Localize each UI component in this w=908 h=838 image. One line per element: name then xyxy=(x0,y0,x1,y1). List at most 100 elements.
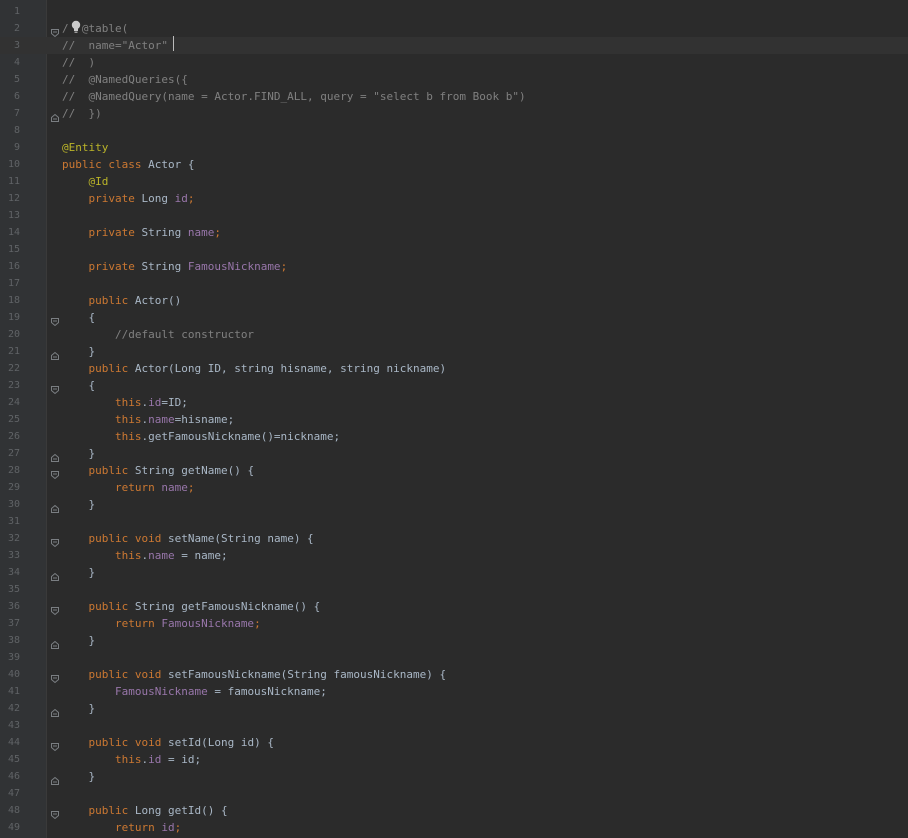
code-text[interactable]: this.name = name; xyxy=(62,547,228,564)
code-text[interactable]: } xyxy=(62,445,95,462)
code-text[interactable]: // @NamedQueries({ xyxy=(62,71,188,88)
code-line[interactable]: 32 public void setName(String name) { xyxy=(0,530,908,548)
code-editor[interactable]: 1 2/ @table(3// name="Actor" 4// ) 5// @Nam… xyxy=(0,0,908,838)
code-text[interactable]: return FamousNickname; xyxy=(62,615,261,632)
code-text[interactable]: } xyxy=(62,343,95,360)
code-line[interactable]: 2 / @table( xyxy=(0,20,908,38)
code-line[interactable]: 37 return FamousNickname; xyxy=(0,615,908,632)
code-line[interactable]: 25 this.name=hisname; xyxy=(0,411,908,428)
code-line[interactable]: 29 return name; xyxy=(0,479,908,496)
code-text[interactable]: { xyxy=(62,309,95,326)
code-text[interactable]: } xyxy=(62,496,95,513)
code-text[interactable]: this.getFamousNickname()=nickname; xyxy=(62,428,340,445)
fold-end-icon[interactable] xyxy=(51,772,59,785)
code-line[interactable]: 42 } xyxy=(0,700,908,717)
lightbulb-icon[interactable] xyxy=(70,20,82,34)
fold-end-icon[interactable] xyxy=(51,636,59,649)
code-text[interactable]: public Long getId() { xyxy=(62,802,228,819)
code-text[interactable]: this.id = id; xyxy=(62,751,201,768)
code-text[interactable]: public String getFamousNickname() { xyxy=(62,598,321,615)
code-line[interactable]: 31 xyxy=(0,513,908,530)
code-line[interactable]: 45 this.id = id; xyxy=(0,751,908,768)
code-line[interactable]: 36 public String getFamousNickname() { xyxy=(0,598,908,616)
code-text[interactable]: FamousNickname = famousNickname; xyxy=(62,683,327,700)
code-text[interactable]: return name; xyxy=(62,479,194,496)
fold-start-icon[interactable] xyxy=(51,24,59,38)
code-text[interactable]: // }) xyxy=(62,105,102,122)
code-line[interactable]: 33 this.name = name; xyxy=(0,547,908,564)
code-line[interactable]: 26 this.getFamousNickname()=nickname; xyxy=(0,428,908,445)
fold-start-icon[interactable] xyxy=(51,313,59,327)
code-line[interactable]: 16 private String FamousNickname; xyxy=(0,258,908,275)
code-line[interactable]: 28 public String getName() { xyxy=(0,462,908,480)
code-line[interactable]: 43 xyxy=(0,717,908,734)
fold-end-icon[interactable] xyxy=(51,704,59,717)
code-text[interactable]: } xyxy=(62,564,95,581)
fold-end-icon[interactable] xyxy=(51,449,59,462)
code-line[interactable]: 23 { xyxy=(0,377,908,395)
fold-start-icon[interactable] xyxy=(51,602,59,616)
code-text[interactable]: //default constructor xyxy=(62,326,254,343)
fold-start-icon[interactable] xyxy=(51,738,59,752)
code-line[interactable]: 44 public void setId(Long id) { xyxy=(0,734,908,752)
code-line[interactable]: 19 { xyxy=(0,309,908,327)
code-line[interactable]: 24 this.id=ID; xyxy=(0,394,908,411)
fold-end-icon[interactable] xyxy=(51,568,59,581)
code-line[interactable]: 11 @Id xyxy=(0,173,908,190)
code-line[interactable]: 8 xyxy=(0,122,908,139)
code-text[interactable]: public void setFamousNickname(String fam… xyxy=(62,666,447,683)
code-line[interactable]: 15 xyxy=(0,241,908,258)
code-text[interactable]: @Entity xyxy=(62,139,108,156)
code-line[interactable]: 48 public Long getId() { xyxy=(0,802,908,820)
code-text[interactable]: } xyxy=(62,700,95,717)
fold-end-icon[interactable] xyxy=(51,109,59,122)
code-line[interactable]: 17 xyxy=(0,275,908,292)
code-line[interactable]: 3 // name="Actor" xyxy=(0,37,908,54)
code-line[interactable]: 18 public Actor() xyxy=(0,292,908,309)
code-line[interactable]: 6 // @NamedQuery(name = Actor.FIND_ALL, q… xyxy=(0,88,908,105)
fold-end-icon[interactable] xyxy=(51,347,59,360)
fold-start-icon[interactable] xyxy=(51,381,59,395)
code-text[interactable]: // @NamedQuery(name = Actor.FIND_ALL, qu… xyxy=(62,88,526,105)
code-text[interactable]: private String FamousNickname; xyxy=(62,258,288,275)
code-text[interactable]: this.name=hisname; xyxy=(62,411,234,428)
code-text[interactable]: public Actor(Long ID, string hisname, st… xyxy=(62,360,447,377)
code-text[interactable]: return id; xyxy=(62,819,181,836)
code-text[interactable]: public void setId(Long id) { xyxy=(62,734,274,751)
code-text[interactable]: public class Actor { xyxy=(62,156,194,173)
fold-start-icon[interactable] xyxy=(51,670,59,684)
fold-start-icon[interactable] xyxy=(51,806,59,820)
fold-start-icon[interactable] xyxy=(51,534,59,548)
code-line[interactable]: 13 xyxy=(0,207,908,224)
code-line[interactable]: 12 private Long id; xyxy=(0,190,908,207)
code-line[interactable]: 21 } xyxy=(0,343,908,360)
code-line[interactable]: 1 xyxy=(0,3,908,20)
code-line[interactable]: 5 // @NamedQueries({ xyxy=(0,71,908,88)
code-line[interactable]: 49 return id; xyxy=(0,819,908,836)
code-text[interactable]: // name="Actor" xyxy=(62,37,168,54)
code-text[interactable]: { xyxy=(62,377,95,394)
code-text[interactable]: private String name; xyxy=(62,224,221,241)
code-line[interactable]: 7 // }) xyxy=(0,105,908,122)
code-line[interactable]: 35 xyxy=(0,581,908,598)
code-line[interactable]: 30 } xyxy=(0,496,908,513)
code-text[interactable]: public String getName() { xyxy=(62,462,255,479)
fold-start-icon[interactable] xyxy=(51,466,59,480)
fold-end-icon[interactable] xyxy=(51,500,59,513)
code-line[interactable]: 9 @Entity xyxy=(0,139,908,156)
code-line[interactable]: 39 xyxy=(0,649,908,666)
code-line[interactable]: 4 // ) xyxy=(0,54,908,71)
code-text[interactable]: } xyxy=(62,768,95,785)
code-line[interactable]: 34 } xyxy=(0,564,908,581)
code-lines[interactable]: 1 2/ @table(3// name="Actor" 4// ) 5// @Nam… xyxy=(0,3,908,836)
code-line[interactable]: 22 public Actor(Long ID, string hisname,… xyxy=(0,360,908,377)
code-line[interactable]: 27 } xyxy=(0,445,908,462)
code-line[interactable]: 38 } xyxy=(0,632,908,649)
code-line[interactable]: 10 public class Actor { xyxy=(0,156,908,173)
code-text[interactable]: this.id=ID; xyxy=(62,394,188,411)
code-text[interactable]: private Long id; xyxy=(62,190,195,207)
code-line[interactable]: 20 //default constructor xyxy=(0,326,908,343)
code-line[interactable]: 40 public void setFamousNickname(String … xyxy=(0,666,908,684)
code-text[interactable]: public void setName(String name) { xyxy=(62,530,314,547)
code-text[interactable]: // ) xyxy=(62,54,95,71)
